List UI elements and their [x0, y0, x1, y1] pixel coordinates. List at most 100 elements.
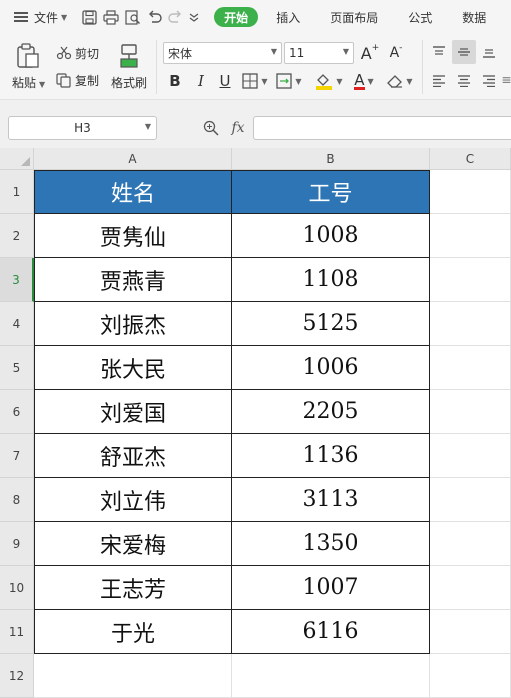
menu-icon [14, 12, 28, 22]
cell-a3[interactable]: 贾燕青 [34, 258, 232, 302]
cell-c11[interactable] [430, 610, 511, 654]
cell-a5[interactable]: 张大民 [34, 346, 232, 390]
spreadsheet-grid: A B C 1 姓名 工号 2 贾隽仙 1008 3 贾燕青 1108 4 刘振杰 5125 5 张大民 1006… [0, 148, 511, 698]
cell-b2[interactable]: 1008 [232, 214, 430, 258]
align-left-icon[interactable] [430, 71, 448, 91]
cell-b8[interactable]: 3113 [232, 478, 430, 522]
undo-icon[interactable] [147, 8, 162, 26]
align-right-icon[interactable] [480, 71, 498, 91]
cell-b11[interactable]: 6116 [232, 610, 430, 654]
copy-icon [56, 72, 71, 88]
cell-b7[interactable]: 1136 [232, 434, 430, 478]
row-header-10[interactable]: 10 [0, 566, 34, 610]
name-box[interactable]: H3 ▼ [8, 116, 157, 140]
zoom-icon[interactable] [202, 119, 220, 137]
column-header-b[interactable]: B [232, 148, 430, 170]
justify-icon[interactable] [502, 71, 511, 91]
cell-b4[interactable]: 5125 [232, 302, 430, 346]
font-color-icon[interactable]: A ▼ [350, 71, 378, 91]
tab-insert[interactable]: 插入 [276, 0, 300, 34]
copy-label: 复制 [75, 73, 100, 88]
format-painter-label[interactable]: 格式刷 [111, 74, 147, 91]
cell-b10[interactable]: 1007 [232, 566, 430, 610]
cell-a12[interactable] [34, 654, 232, 698]
save-icon[interactable] [82, 8, 97, 26]
cell-a4[interactable]: 刘振杰 [34, 302, 232, 346]
clear-format-icon[interactable]: ▼ [386, 71, 414, 91]
font-name-select[interactable]: 宋体 ▼ [163, 42, 282, 64]
print-icon[interactable] [103, 8, 119, 26]
align-center-icon[interactable] [455, 71, 473, 91]
tab-formulas[interactable]: 公式 [408, 0, 432, 34]
cut-button[interactable]: 剪切 [56, 44, 99, 62]
copy-button[interactable]: 复制 [56, 71, 99, 89]
ribbon: 粘贴 ▼ 剪切 复制 格式刷 宋体 ▼ 11 ▼ A + A- B I U ▼ ▼ … [0, 34, 511, 100]
formula-input[interactable] [253, 116, 511, 140]
row-header-6[interactable]: 6 [0, 390, 34, 434]
cell-c2[interactable] [430, 214, 511, 258]
font-size-select[interactable]: 11 ▼ [284, 42, 354, 64]
cell-b9[interactable]: 1350 [232, 522, 430, 566]
insert-function-icon[interactable]: fx [228, 118, 248, 138]
bold-icon[interactable]: B [166, 71, 184, 91]
increase-font-size-icon[interactable]: A + [360, 43, 380, 63]
cell-a2[interactable]: 贾隽仙 [34, 214, 232, 258]
cell-a6[interactable]: 刘爱国 [34, 390, 232, 434]
row-header-9[interactable]: 9 [0, 522, 34, 566]
redo-icon[interactable] [168, 8, 183, 26]
tab-data[interactable]: 数据 [462, 0, 486, 34]
column-header-c[interactable]: C [430, 148, 511, 170]
font-name-value: 宋体 [168, 46, 193, 61]
cell-b5[interactable]: 1006 [232, 346, 430, 390]
align-bottom-icon[interactable] [480, 42, 498, 62]
cell-c10[interactable] [430, 566, 511, 610]
row-header-2[interactable]: 2 [0, 214, 34, 258]
cell-a1[interactable]: 姓名 [34, 170, 232, 214]
tab-page-layout[interactable]: 页面布局 [330, 0, 378, 34]
row-header-11[interactable]: 11 [0, 610, 34, 654]
cell-b3[interactable]: 1108 [232, 258, 430, 302]
row-header-8[interactable]: 8 [0, 478, 34, 522]
print-preview-icon[interactable] [125, 8, 141, 26]
underline-icon[interactable]: U [216, 71, 234, 91]
cell-a7[interactable]: 舒亚杰 [34, 434, 232, 478]
row-header-4[interactable]: 4 [0, 302, 34, 346]
cell-b6[interactable]: 2205 [232, 390, 430, 434]
cell-a8[interactable]: 刘立伟 [34, 478, 232, 522]
chevron-down-icon: ▼ [270, 47, 277, 56]
paste-icon[interactable] [14, 42, 42, 70]
file-menu[interactable]: 文件 ▼ [0, 0, 67, 34]
cell-c12[interactable] [430, 654, 511, 698]
tab-home[interactable]: 开始 [214, 7, 259, 27]
borders-icon[interactable]: ▼ [240, 71, 270, 91]
cell-c4[interactable] [430, 302, 511, 346]
cell-c8[interactable] [430, 478, 511, 522]
cell-b1[interactable]: 工号 [232, 170, 430, 214]
cell-c6[interactable] [430, 390, 511, 434]
row-header-3[interactable]: 3 [0, 258, 34, 302]
merge-cells-icon[interactable]: ▼ [274, 71, 304, 91]
row-header-12[interactable]: 12 [0, 654, 34, 698]
row-header-1[interactable]: 1 [0, 170, 34, 214]
row-header-7[interactable]: 7 [0, 434, 34, 478]
fill-color-icon[interactable]: ▼ [312, 71, 346, 91]
cell-c1[interactable] [430, 170, 511, 214]
align-middle-icon[interactable] [452, 40, 476, 64]
cell-a10[interactable]: 王志芳 [34, 566, 232, 610]
cell-c9[interactable] [430, 522, 511, 566]
paste-button[interactable]: 粘贴 ▼ [12, 74, 45, 91]
select-all-button[interactable] [0, 148, 34, 170]
column-header-a[interactable]: A [34, 148, 232, 170]
quick-access-more-icon[interactable] [189, 8, 199, 26]
cell-c5[interactable] [430, 346, 511, 390]
format-painter-icon[interactable] [116, 42, 142, 70]
italic-icon[interactable]: I [192, 71, 210, 91]
cell-a9[interactable]: 宋爱梅 [34, 522, 232, 566]
decrease-font-size-icon[interactable]: A- [386, 43, 406, 63]
row-header-5[interactable]: 5 [0, 346, 34, 390]
cell-b12[interactable] [232, 654, 430, 698]
cell-a11[interactable]: 于光 [34, 610, 232, 654]
cell-c7[interactable] [430, 434, 511, 478]
cell-c3[interactable] [430, 258, 511, 302]
align-top-icon[interactable] [430, 42, 448, 62]
